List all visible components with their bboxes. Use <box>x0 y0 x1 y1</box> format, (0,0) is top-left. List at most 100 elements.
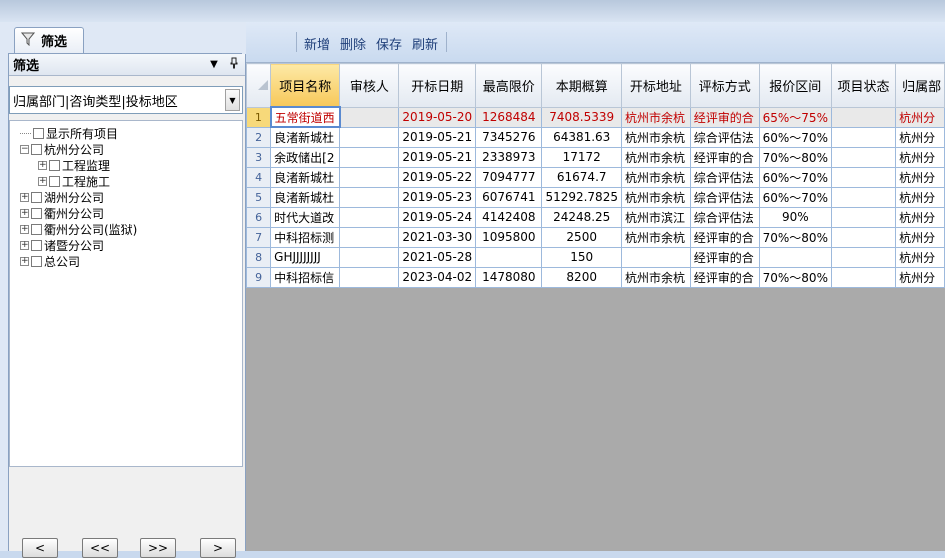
grid-cell[interactable] <box>830 146 897 168</box>
grid-cell[interactable] <box>339 246 400 268</box>
grid-cell[interactable]: 51292.7825 <box>541 186 622 208</box>
grid-cell[interactable]: 60%～70% <box>758 186 832 208</box>
grid-cell[interactable] <box>339 226 400 248</box>
table-row[interactable]: 5 良渚新城杜 2019-05-23 6076741 51292.7825 杭州… <box>246 186 945 208</box>
expand-icon[interactable]: + <box>38 160 47 170</box>
grid-cell[interactable]: 150 <box>541 246 622 268</box>
grid-cell[interactable]: 杭州市余杭 <box>620 266 691 288</box>
grid-cell[interactable]: 2019-05-21 <box>398 146 477 168</box>
grid-cell[interactable]: 7345276 <box>475 126 543 148</box>
row-number[interactable]: 2 <box>246 126 272 148</box>
grid-cell[interactable]: 7094777 <box>475 166 543 188</box>
row-number[interactable]: 5 <box>246 186 272 208</box>
row-number[interactable]: 1 <box>246 106 272 128</box>
grid-cell[interactable]: 中科招标信 <box>270 266 341 288</box>
grid-cell[interactable]: 2023-04-02 <box>398 266 477 288</box>
grid-cell[interactable]: 杭州分 <box>895 246 945 268</box>
grid-cell[interactable]: 60%～70% <box>758 166 832 188</box>
table-row[interactable]: 9 中科招标信 2023-04-02 1478080 8200 杭州市余杭 经评… <box>246 266 945 288</box>
table-row[interactable]: 2 良渚新城杜 2019-05-21 7345276 64381.63 杭州市余… <box>246 126 945 148</box>
grid-cell[interactable]: 杭州分 <box>895 126 945 148</box>
grid-cell[interactable]: 2021-03-30 <box>398 226 477 248</box>
grid-cell[interactable] <box>620 246 691 268</box>
table-row[interactable]: 3 余政储出[2 2019-05-21 2338973 17172 杭州市余杭 … <box>246 146 945 168</box>
grid-cell[interactable]: 1095800 <box>475 226 543 248</box>
grid-cell[interactable]: 杭州市余杭 <box>620 166 691 188</box>
grid-cell[interactable]: 90% <box>758 206 832 228</box>
grid-cell[interactable]: 经评审的合 <box>689 266 760 288</box>
grid-cell[interactable]: 2500 <box>541 226 622 248</box>
select-all-corner[interactable] <box>246 63 272 108</box>
grid-cell[interactable] <box>830 206 897 228</box>
tree-node-quzhou[interactable]: + 衢州分公司 <box>20 205 104 221</box>
column-header[interactable]: 本期概算 <box>541 63 622 108</box>
grid-cell[interactable]: 2019-05-22 <box>398 166 477 188</box>
tree-node-show-all[interactable]: 显示所有项目 <box>20 125 118 141</box>
table-row[interactable]: 7 中科招标测 2021-03-30 1095800 2500 杭州市余杭 经评… <box>246 226 945 248</box>
grid-cell[interactable]: 经评审的合 <box>689 106 760 128</box>
chevron-down-icon[interactable]: ▼ <box>225 89 240 111</box>
grid-cell[interactable]: 良渚新城杜 <box>270 186 341 208</box>
grid-cell[interactable]: 4142408 <box>475 206 543 228</box>
filter-category-select[interactable]: 归属部门|咨询类型|投标地区 ▼ <box>9 86 243 114</box>
column-header[interactable]: 报价区间 <box>758 63 832 108</box>
tree-node-headquarters[interactable]: + 总公司 <box>20 253 80 269</box>
grid-cell[interactable]: 60%～70% <box>758 126 832 148</box>
grid-cell[interactable]: 时代大道改 <box>270 206 341 228</box>
grid-cell[interactable]: 65%～75% <box>758 106 832 128</box>
grid-cell[interactable]: 杭州市余杭 <box>620 146 691 168</box>
grid-cell[interactable] <box>830 166 897 188</box>
grid-cell[interactable] <box>339 266 400 288</box>
tree-checkbox[interactable] <box>49 175 60 187</box>
tree-checkbox[interactable] <box>31 207 42 219</box>
expand-icon[interactable]: + <box>20 240 29 250</box>
grid-cell[interactable]: 杭州分 <box>895 166 945 188</box>
pin-icon[interactable] <box>227 57 241 72</box>
grid-cell[interactable]: 杭州分 <box>895 266 945 288</box>
grid-cell[interactable]: 综合评估法 <box>689 186 760 208</box>
grid-cell[interactable]: 杭州市余杭 <box>620 126 691 148</box>
tree-checkbox[interactable] <box>31 239 42 251</box>
table-row[interactable]: 6 时代大道改 2019-05-24 4142408 24248.25 杭州市滨… <box>246 206 945 228</box>
tab-filter[interactable]: 筛选 <box>14 27 84 53</box>
grid-cell[interactable]: 8200 <box>541 266 622 288</box>
add-button[interactable]: 新增 <box>304 34 330 53</box>
grid-cell[interactable]: 2019-05-21 <box>398 126 477 148</box>
grid-cell[interactable] <box>830 106 897 128</box>
column-header[interactable]: 项目名称 <box>270 63 341 108</box>
tree-checkbox[interactable] <box>49 159 60 171</box>
grid-cell[interactable]: 经评审的合 <box>689 246 760 268</box>
tree-checkbox[interactable] <box>31 223 42 235</box>
table-row[interactable]: 4 良渚新城杜 2019-05-22 7094777 61674.7 杭州市余杭… <box>246 166 945 188</box>
grid-cell[interactable]: 杭州市余杭 <box>620 186 691 208</box>
last-button[interactable]: >> <box>140 538 176 558</box>
grid-cell[interactable] <box>830 226 897 248</box>
tree-node-zhuji[interactable]: + 诸暨分公司 <box>20 237 104 253</box>
grid-cell[interactable]: 1478080 <box>475 266 543 288</box>
grid-cell[interactable]: 五常街道西 <box>269 106 341 128</box>
refresh-button[interactable]: 刷新 <box>412 34 438 53</box>
column-header[interactable]: 评标方式 <box>689 63 760 108</box>
expand-icon[interactable]: + <box>20 224 29 234</box>
grid-cell[interactable]: 17172 <box>541 146 622 168</box>
column-header[interactable]: 项目状态 <box>830 63 897 108</box>
tree-checkbox[interactable] <box>31 143 42 155</box>
table-row[interactable]: 8 GHJJJJJJJJ 2021-05-28 150 经评审的合 杭州分 <box>246 246 945 268</box>
grid-cell[interactable]: 杭州分 <box>895 206 945 228</box>
grid-cell[interactable]: 综合评估法 <box>689 126 760 148</box>
grid-cell[interactable]: 杭州市滨江 <box>620 206 691 228</box>
grid-cell[interactable] <box>758 246 832 268</box>
grid-cell[interactable] <box>339 126 400 148</box>
row-number[interactable]: 3 <box>246 146 272 168</box>
grid-cell[interactable]: 杭州市余杭 <box>620 106 691 128</box>
grid-cell[interactable]: 经评审的合 <box>689 146 760 168</box>
grid-cell[interactable]: 24248.25 <box>541 206 622 228</box>
panel-menu-dropdown-icon[interactable]: ▼ <box>207 59 221 70</box>
grid-cell[interactable]: 1268484 <box>475 106 543 128</box>
grid-cell[interactable]: 杭州分 <box>895 226 945 248</box>
grid-cell[interactable]: 2021-05-28 <box>398 246 477 268</box>
grid-cell[interactable]: 经评审的合 <box>689 226 760 248</box>
column-header[interactable]: 最高限价 <box>475 63 543 108</box>
table-row[interactable]: 1 五常街道西 2019-05-20 1268484 7408.5339 杭州市… <box>246 106 945 128</box>
grid-cell[interactable] <box>830 186 897 208</box>
